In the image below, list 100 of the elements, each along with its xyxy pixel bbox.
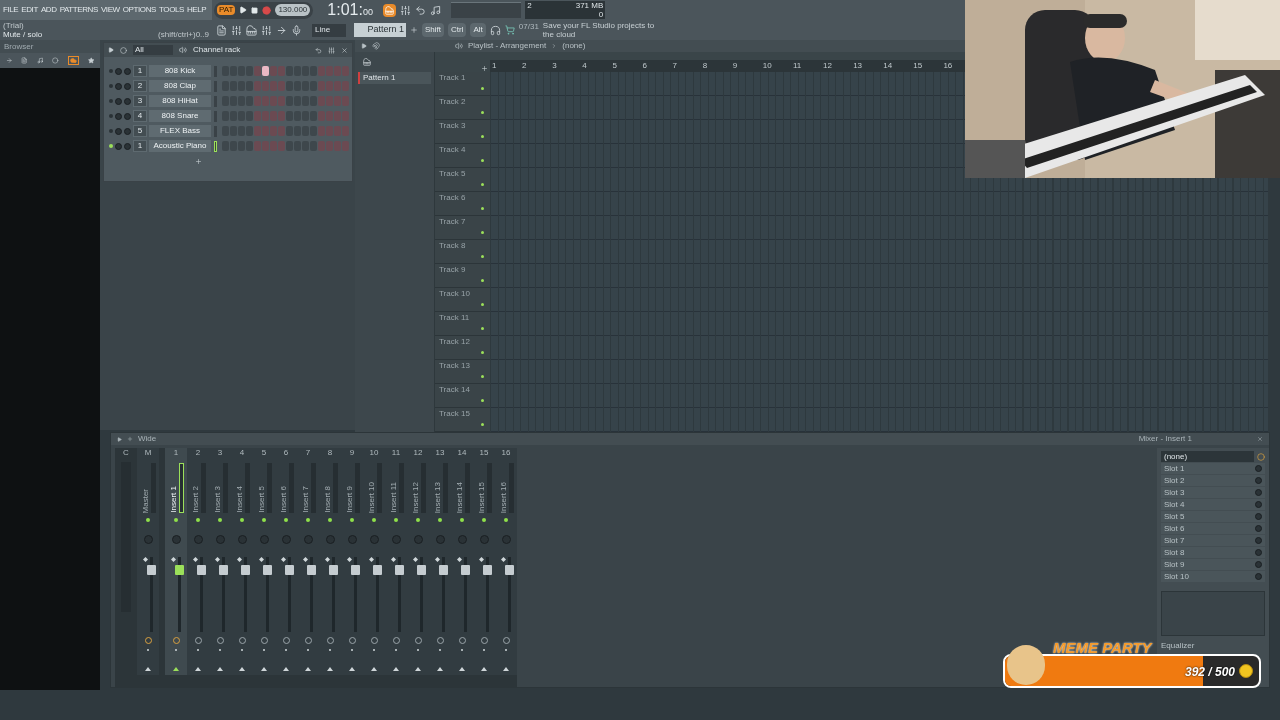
- track-led[interactable]: [481, 423, 484, 426]
- track-led[interactable]: [481, 327, 484, 330]
- fader-handle[interactable]: [175, 565, 184, 575]
- mixer-strip[interactable]: 7 Insert 7: [297, 448, 319, 675]
- effect-slot[interactable]: Slot 5: [1161, 511, 1265, 522]
- close-icon[interactable]: [1257, 436, 1263, 442]
- strip-led[interactable]: [262, 518, 266, 522]
- strip-led[interactable]: [328, 518, 332, 522]
- strip-led[interactable]: [174, 518, 178, 522]
- channel-name-button[interactable]: 808 Snare: [149, 110, 211, 122]
- effect-slot[interactable]: Slot 10: [1161, 571, 1265, 582]
- undo-icon[interactable]: [315, 46, 322, 54]
- mixer-strip[interactable]: 13 Insert 13: [429, 448, 451, 675]
- modifier-key[interactable]: Shift: [422, 23, 444, 37]
- piano-icon[interactable]: [246, 24, 257, 36]
- effect-slot[interactable]: Slot 3: [1161, 487, 1265, 498]
- arrangement-name[interactable]: (none): [562, 40, 586, 52]
- pattern-item[interactable]: Pattern 1: [358, 72, 431, 84]
- pan-knob[interactable]: [435, 535, 445, 544]
- channel-name-button[interactable]: Acoustic Piano: [149, 140, 211, 152]
- file-icon[interactable]: [21, 57, 28, 64]
- effect-slot[interactable]: Slot 4: [1161, 499, 1265, 510]
- menu-item[interactable]: TOOLS: [159, 6, 184, 14]
- send-arrow-icon[interactable]: [145, 667, 151, 671]
- fader-handle[interactable]: [461, 565, 470, 575]
- filter-dropdown[interactable]: All: [133, 45, 173, 55]
- pattern-mode-toggle[interactable]: PAT: [217, 5, 236, 15]
- loop-icon[interactable]: [415, 4, 427, 16]
- mixer-strip[interactable]: 14 Insert 14: [451, 448, 473, 675]
- mixer-icon[interactable]: [400, 4, 412, 16]
- pan-knob[interactable]: [369, 535, 379, 544]
- stereo-icon[interactable]: [369, 557, 374, 562]
- pan-knob[interactable]: [303, 535, 313, 544]
- effect-slot[interactable]: Slot 6: [1161, 523, 1265, 534]
- strip-led[interactable]: [284, 518, 288, 522]
- step-button[interactable]: [286, 81, 293, 91]
- fader-handle[interactable]: [285, 565, 294, 575]
- fader-handle[interactable]: [439, 565, 448, 575]
- mixer-strip[interactable]: 5 Insert 5: [253, 448, 275, 675]
- stop-icon[interactable]: [251, 6, 259, 14]
- channel-name-button[interactable]: FLEX Bass: [149, 125, 211, 137]
- fader-handle[interactable]: [307, 565, 316, 575]
- mixer-route[interactable]: 1: [133, 65, 147, 77]
- step-button[interactable]: [286, 126, 293, 136]
- mixer-strip[interactable]: 12 Insert 12: [407, 448, 429, 675]
- fader-handle[interactable]: [395, 565, 404, 575]
- strip-led[interactable]: [438, 518, 442, 522]
- mixer-route[interactable]: 4: [133, 110, 147, 122]
- step-button[interactable]: [310, 96, 317, 106]
- swing-knob-icon[interactable]: [120, 46, 127, 54]
- mixer-strip[interactable]: 4 Insert 4: [231, 448, 253, 675]
- track-led[interactable]: [481, 351, 484, 354]
- channel-led[interactable]: [109, 129, 113, 133]
- fader-handle[interactable]: [197, 565, 206, 575]
- track-led[interactable]: [481, 135, 484, 138]
- fader-handle[interactable]: [505, 565, 514, 575]
- mixer-strip[interactable]: 9 Insert 9: [341, 448, 363, 675]
- strip-led[interactable]: [394, 518, 398, 522]
- strip-led[interactable]: [372, 518, 376, 522]
- mixer-strip[interactable]: 11 Insert 11: [385, 448, 407, 675]
- track-led[interactable]: [481, 159, 484, 162]
- track-led[interactable]: [481, 231, 484, 234]
- graph-icon[interactable]: [328, 46, 335, 54]
- pan-knob[interactable]: [325, 535, 335, 544]
- tempo-display[interactable]: 130.000: [275, 4, 311, 16]
- channel-selector[interactable]: [214, 140, 217, 152]
- pan-knob[interactable]: [501, 535, 511, 544]
- arrow-icon[interactable]: [276, 24, 287, 36]
- stereo-icon[interactable]: [281, 557, 286, 562]
- menu-item[interactable]: HELP: [187, 6, 207, 14]
- channel-led[interactable]: [109, 114, 113, 118]
- close-icon[interactable]: [341, 46, 348, 54]
- effect-slot[interactable]: Slot 7: [1161, 535, 1265, 546]
- magnet-icon[interactable]: [372, 42, 380, 50]
- step-button[interactable]: [310, 66, 317, 76]
- collapse-icon[interactable]: [117, 436, 122, 442]
- mixer-route[interactable]: 1: [133, 140, 147, 152]
- menu-item[interactable]: EDIT: [21, 6, 38, 14]
- headset-icon[interactable]: [489, 24, 501, 36]
- collapse-icon[interactable]: [361, 43, 367, 49]
- send-arrow-icon[interactable]: [261, 667, 267, 671]
- step-button[interactable]: [246, 96, 253, 106]
- stereo-icon[interactable]: [215, 557, 220, 562]
- send-arrow-icon[interactable]: [437, 667, 443, 671]
- channel-led[interactable]: [109, 84, 113, 88]
- mixer-strip[interactable]: 3 Insert 3: [209, 448, 231, 675]
- modifier-key[interactable]: Alt: [470, 23, 486, 37]
- step-button[interactable]: [246, 66, 253, 76]
- stereo-icon[interactable]: [435, 557, 440, 562]
- stereo-icon[interactable]: [171, 557, 176, 562]
- send-arrow-icon[interactable]: [481, 667, 487, 671]
- stereo-icon[interactable]: [347, 557, 352, 562]
- channel-rack-icon[interactable]: [231, 24, 242, 36]
- step-button[interactable]: [246, 111, 253, 121]
- cloud-icon[interactable]: [67, 56, 79, 65]
- step-button[interactable]: [246, 81, 253, 91]
- pan-knob[interactable]: [457, 535, 467, 544]
- mixer-strip[interactable]: 1 Insert 1: [165, 448, 187, 675]
- stereo-icon[interactable]: [479, 557, 484, 562]
- send-arrow-icon[interactable]: [327, 667, 333, 671]
